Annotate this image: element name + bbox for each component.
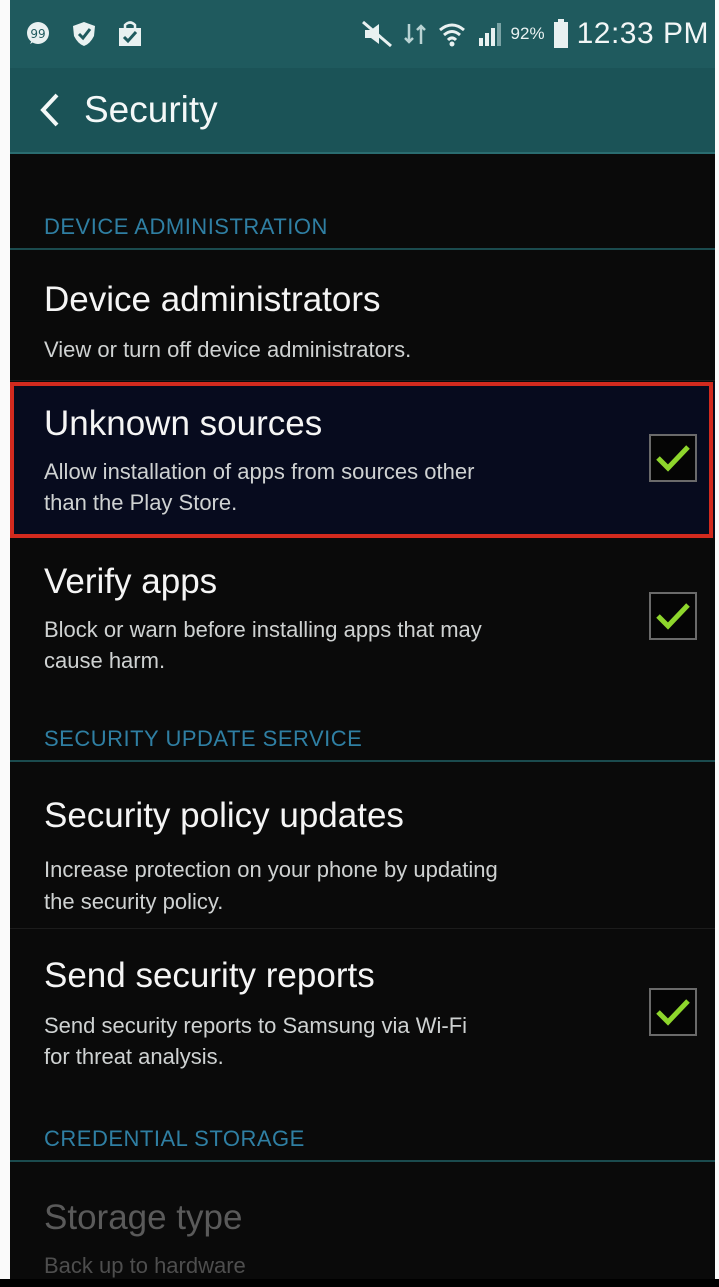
wifi-icon [438, 23, 465, 47]
item-summary-line-2: for threat analysis. [44, 1044, 224, 1069]
section-header-credential-storage: CREDENTIAL STORAGE [10, 1112, 715, 1162]
item-summary: Back up to hardware [44, 1253, 246, 1278]
item-summary-line-1: Send security reports to Samsung via Wi-… [44, 1013, 468, 1038]
shopping-bag-icon [119, 21, 141, 46]
back-button[interactable] [30, 90, 70, 130]
status-bar: 99 92% 12:33 PM [10, 0, 715, 68]
item-storage-type: Storage type Back up to hardware [10, 1162, 715, 1287]
item-summary-line-1: Allow installation of apps from sources … [44, 459, 475, 484]
item-title: Security policy updates [44, 796, 404, 835]
section-header-security-update-service: SECURITY UPDATE SERVICE [10, 712, 715, 762]
shield-icon [73, 22, 95, 46]
data-icon [403, 24, 426, 44]
clock: 12:33 PM [576, 17, 709, 50]
divider [10, 928, 715, 929]
item-summary-line-1: Increase protection on your phone by upd… [44, 857, 498, 882]
chat-icon: 99 [27, 22, 49, 44]
item-send-security-reports[interactable]: Send security reports Send security repo… [10, 930, 715, 1090]
chevron-left-icon [40, 93, 59, 127]
item-summary-line-2: than the Play Store. [44, 490, 238, 515]
item-title: Device administrators [44, 280, 381, 319]
item-summary: View or turn off device administrators. [44, 337, 412, 362]
right-border [715, 0, 719, 1279]
item-summary-line-2: cause harm. [44, 648, 166, 673]
divider [10, 380, 715, 381]
page-title: Security [84, 89, 218, 130]
checkmark-icon [656, 445, 690, 472]
item-title: Send security reports [44, 956, 375, 995]
send-security-reports-checkbox[interactable] [649, 988, 697, 1036]
checkmark-icon [656, 603, 690, 630]
unknown-sources-checkbox[interactable] [649, 434, 697, 482]
action-bar: Security [10, 68, 715, 154]
mute-icon [361, 20, 392, 48]
item-summary-line-1: Block or warn before installing apps tha… [44, 617, 482, 642]
checkmark-icon [656, 999, 690, 1026]
signal-icon [478, 23, 501, 46]
item-title: Storage type [44, 1198, 243, 1237]
item-title: Unknown sources [44, 404, 323, 443]
section-header-device-administration: DEVICE ADMINISTRATION [10, 200, 715, 250]
svg-text:99: 99 [30, 27, 45, 41]
item-security-policy-updates[interactable]: Security policy updates Increase protect… [10, 762, 715, 928]
screen: 99 92% 12:33 PM Security DEVICE ADMINIST… [0, 0, 719, 1279]
item-unknown-sources[interactable]: Unknown sources Allow installation of ap… [10, 382, 715, 538]
item-verify-apps[interactable]: Verify apps Block or warn before install… [10, 540, 715, 696]
battery-percent: 92% [510, 24, 545, 43]
battery-icon [553, 19, 568, 48]
item-title: Verify apps [44, 562, 218, 601]
item-device-administrators[interactable]: Device administrators View or turn off d… [10, 250, 715, 380]
verify-apps-checkbox[interactable] [649, 592, 697, 640]
item-summary-line-2: the security policy. [44, 889, 224, 914]
settings-list: DEVICE ADMINISTRATION Device administrat… [10, 154, 715, 1279]
left-border [0, 0, 10, 1279]
